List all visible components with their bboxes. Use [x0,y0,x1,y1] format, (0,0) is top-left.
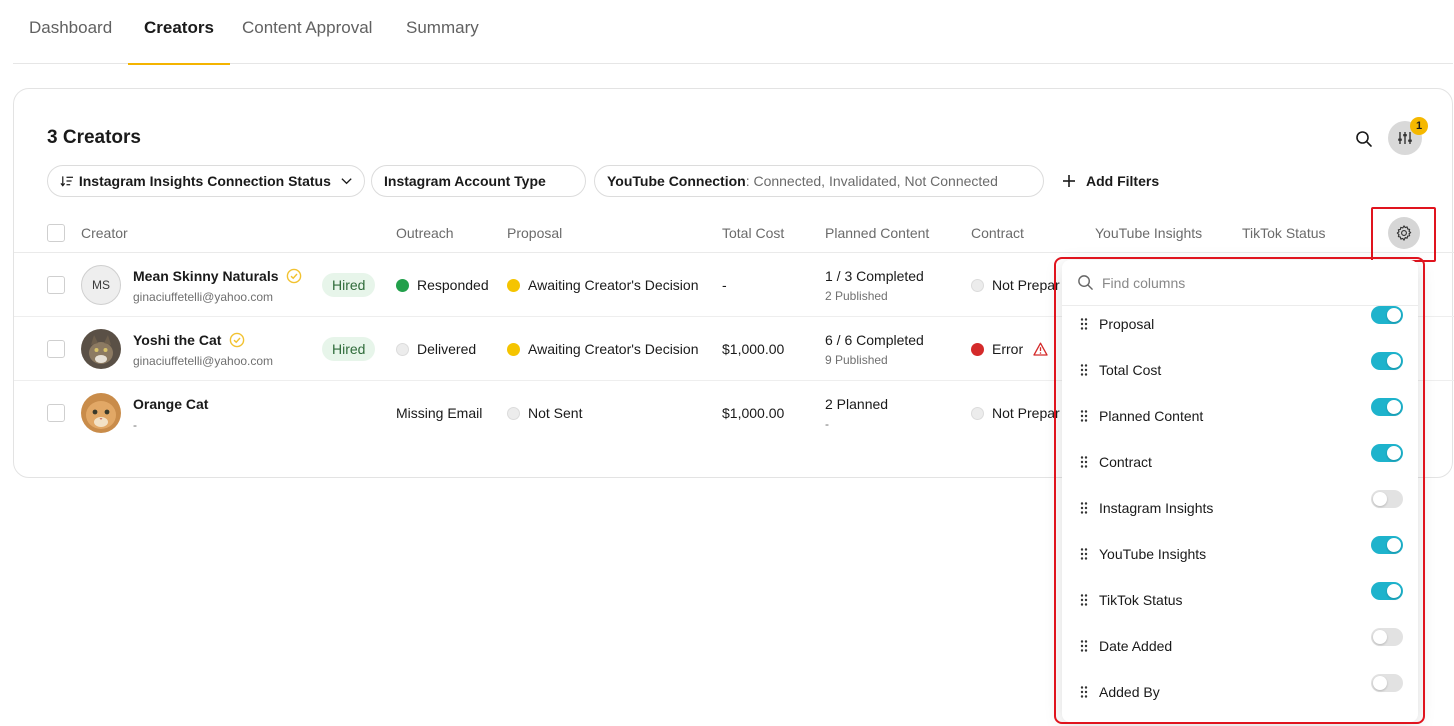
planned-content: 6 / 6 Completed [825,332,924,348]
outreach-status: Responded [396,277,489,293]
filter-count-badge: 1 [1410,117,1428,135]
planned-content: 2 Planned [825,396,889,412]
table-header: Creator Outreach Proposal Total Cost Pla… [14,213,1454,253]
status-dot-icon [971,407,984,420]
verified-icon [287,268,302,284]
column-header-creator[interactable]: Creator [81,213,128,253]
search-button[interactable] [1350,125,1378,153]
column-header-youtube-insights[interactable]: YouTube Insights [1095,213,1202,253]
outreach-text: Responded [417,277,489,293]
outreach-status: Missing Email [396,405,482,421]
total-cost: $1,000.00 [722,405,785,421]
add-filters-label: Add Filters [1086,173,1160,189]
outreach-status: Delivered [396,341,476,357]
column-header-total-cost[interactable]: Total Cost [722,213,784,253]
filter-chip-label: Instagram Account Type [384,173,546,189]
avatar [81,329,121,369]
tab-creators[interactable]: Creators [128,0,230,65]
creators-count-title: 3 Creators [47,127,141,148]
contract-status: Not Prepar [971,405,1060,421]
filter-chip-key: YouTube Connection [607,173,746,189]
creator-name[interactable]: Yoshi the Cat [133,332,245,348]
filter-chip-instagram-account-type[interactable]: Instagram Account Type [371,165,586,197]
filter-chip-label: Instagram Insights Connection Status [78,173,331,189]
outreach-text: Delivered [417,341,477,357]
sort-icon [60,176,73,187]
filter-settings-button[interactable]: 1 [1388,117,1428,155]
column-header-planned-content[interactable]: Planned Content [825,213,929,253]
creator-name[interactable]: Orange Cat [133,396,208,412]
proposal-status: Not Sent [507,405,582,421]
status-dot-icon [396,343,409,356]
row-checkbox[interactable] [47,340,65,358]
filter-chip-youtube-connection[interactable]: YouTube Connection : Connected, Invalida… [594,165,1044,197]
creator-name-text: Orange Cat [133,396,209,412]
contract-status: Error [971,341,1048,357]
contract-text: Not Prepar [992,277,1060,293]
status-dot-icon [971,279,984,292]
plus-icon [1063,175,1075,187]
status-dot-icon [396,279,409,292]
search-icon [1356,131,1372,147]
status-badge: Hired [322,337,376,361]
proposal-status: Awaiting Creator's Decision [507,341,699,357]
creator-name[interactable]: Mean Skinny Naturals [133,268,302,284]
proposal-text: Awaiting Creator's Decision [528,277,699,293]
cat-photo-icon [81,393,121,433]
column-header-outreach[interactable]: Outreach [396,213,454,253]
avatar-initials: MS [92,278,110,292]
row-checkbox[interactable] [47,276,65,294]
planned-content-sub: 2 Published [825,289,888,303]
status-dot-icon [507,279,520,292]
status-dot-icon [507,407,520,420]
status-dot-icon [507,343,520,356]
panel-highlight-box [1054,257,1425,724]
status-badge: Hired [322,273,376,297]
creator-name-text: Yoshi the Cat [133,332,222,348]
select-all-checkbox[interactable] [47,224,65,242]
planned-content-sub: 9 Published [825,353,888,367]
gear-highlight-box [1371,207,1436,262]
avatar [81,393,121,433]
proposal-text: Not Sent [528,405,583,421]
planned-content-sub: - [825,417,829,431]
proposal-status: Awaiting Creator's Decision [507,277,699,293]
tab-dashboard[interactable]: Dashboard [13,0,128,64]
column-header-contract[interactable]: Contract [971,213,1024,253]
creator-email: - [133,418,137,432]
contract-text: Error [992,341,1024,357]
outreach-text: Missing Email [396,405,483,421]
chevron-down-icon [341,178,352,185]
avatar: MS [81,265,121,305]
planned-content: 1 / 3 Completed [825,268,924,284]
filter-chip-value: : Connected, Invalidated, Not Connected [745,173,998,189]
warning-icon [1033,342,1048,356]
total-cost: $1,000.00 [722,341,785,357]
creator-email: ginaciuffetelli@yahoo.com [133,290,274,304]
column-header-proposal[interactable]: Proposal [507,213,562,253]
cat-photo-icon [81,329,121,369]
sliders-icon [1398,132,1412,144]
row-checkbox[interactable] [47,404,65,422]
proposal-text: Awaiting Creator's Decision [528,341,699,357]
creator-name-text: Mean Skinny Naturals [133,268,279,284]
tab-summary[interactable]: Summary [390,0,495,64]
tab-content-approval[interactable]: Content Approval [226,0,388,64]
contract-status: Not Prepar [971,277,1060,293]
creator-email: ginaciuffetelli@yahoo.com [133,354,274,368]
total-cost: - [722,277,727,293]
verified-icon [230,332,245,348]
status-dot-icon [971,343,984,356]
filter-chip-instagram-insights[interactable]: Instagram Insights Connection Status [47,165,365,197]
contract-text: Not Prepar [992,405,1060,421]
top-tabs: Dashboard Creators Content Approval Summ… [13,0,1453,65]
column-header-tiktok-status[interactable]: TikTok Status [1242,213,1326,253]
add-filters-button[interactable]: Add Filters [1062,165,1159,197]
